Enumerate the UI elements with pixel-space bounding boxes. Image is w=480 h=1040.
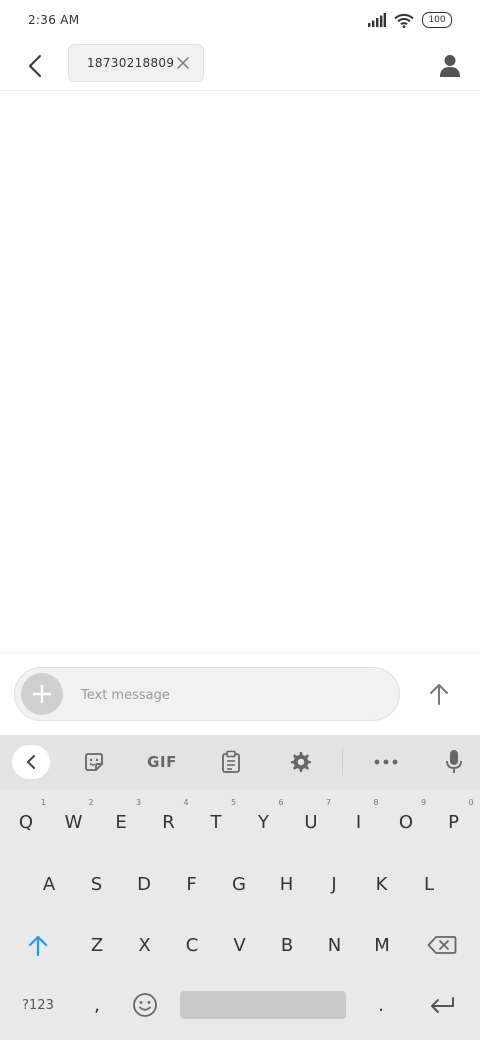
wifi-icon — [394, 13, 414, 28]
more-icon — [374, 759, 398, 765]
key-w[interactable]: W — [54, 805, 94, 839]
key-hint-q: 1 — [41, 798, 47, 807]
clipboard-button[interactable] — [214, 745, 248, 779]
key-e[interactable]: E — [101, 805, 141, 839]
key-n[interactable]: N — [315, 928, 355, 962]
symbols-key[interactable]: ?123 — [14, 989, 62, 1021]
keyboard-toolbar: GIF — [0, 735, 480, 789]
key-hint-y: 6 — [278, 798, 284, 807]
status-time: 2:36 AM — [28, 13, 80, 27]
enter-icon — [431, 997, 454, 1013]
conversation-header: 18730218809 — [0, 42, 480, 91]
key-i[interactable]: I — [339, 805, 379, 839]
space-key[interactable] — [180, 991, 346, 1019]
key-q[interactable]: Q — [6, 805, 46, 839]
sticker-button[interactable] — [78, 745, 110, 779]
gear-icon — [291, 752, 311, 772]
settings-button[interactable] — [284, 745, 318, 779]
period-key[interactable]: . — [366, 989, 396, 1021]
key-p[interactable]: P — [434, 805, 474, 839]
contact-button[interactable] — [434, 48, 466, 84]
keyboard: G I F Q 1 W 2 E 3 R 4 T 5 Y 6 U 7 I 8 O 9 … — [0, 735, 480, 1040]
battery-icon: 100 — [422, 12, 452, 28]
person-icon — [440, 55, 460, 77]
mic-icon — [446, 750, 462, 773]
key-l[interactable]: L — [409, 867, 449, 901]
key-x[interactable]: X — [125, 928, 165, 962]
enter-key[interactable] — [420, 989, 464, 1021]
emoji-key[interactable] — [126, 989, 164, 1021]
key-g[interactable]: G — [219, 867, 259, 901]
key-hint-p: 0 — [468, 798, 474, 807]
message-input[interactable] — [79, 668, 383, 722]
recipient-number: 18730218809 — [87, 56, 175, 70]
comma-key[interactable]: , — [82, 989, 112, 1021]
key-m[interactable]: M — [362, 928, 402, 962]
emoji-icon — [133, 993, 157, 1017]
toolbar-divider — [342, 749, 343, 775]
key-hint-i: 8 — [373, 798, 379, 807]
key-hint-o: 9 — [421, 798, 427, 807]
key-d[interactable]: D — [124, 867, 164, 901]
status-bar: 2:36 AM 100 — [0, 0, 480, 42]
key-c[interactable]: C — [172, 928, 212, 962]
key-hint-u: 7 — [326, 798, 332, 807]
close-icon — [177, 57, 189, 69]
plus-icon — [32, 684, 52, 704]
key-v[interactable]: V — [220, 928, 260, 962]
compose-box[interactable] — [14, 667, 400, 722]
key-f[interactable]: F — [172, 867, 212, 901]
status-icons: 100 — [368, 12, 452, 28]
send-button[interactable] — [418, 679, 460, 709]
key-s[interactable]: S — [77, 867, 117, 901]
key-o[interactable]: O — [386, 805, 426, 839]
message-list[interactable] — [0, 91, 480, 651]
key-t[interactable]: T — [196, 805, 236, 839]
key-y[interactable]: Y — [244, 805, 284, 839]
chevron-left-icon — [27, 755, 35, 769]
remove-recipient-button[interactable] — [175, 55, 191, 71]
key-hint-w: 2 — [88, 798, 94, 807]
back-button[interactable] — [18, 48, 52, 84]
gif-button[interactable]: GIF — [138, 745, 186, 779]
shift-key[interactable] — [16, 929, 60, 961]
attach-button[interactable] — [21, 673, 63, 715]
key-k[interactable]: K — [362, 867, 402, 901]
key-z[interactable]: Z — [77, 928, 117, 962]
keyboard-back-button[interactable] — [12, 745, 50, 779]
voice-input-button[interactable] — [438, 745, 470, 779]
key-r[interactable]: R — [149, 805, 189, 839]
more-button[interactable] — [368, 745, 404, 779]
clipboard-icon — [222, 750, 240, 773]
back-arrow-icon — [29, 55, 41, 77]
signal-icon — [368, 13, 386, 27]
recipient-chip[interactable]: 18730218809 — [68, 44, 204, 82]
key-hint-t: 5 — [231, 798, 237, 807]
shift-icon — [28, 935, 48, 956]
sticker-icon — [85, 753, 103, 771]
key-u[interactable]: U — [291, 805, 331, 839]
key-hint-e: 3 — [136, 798, 142, 807]
key-a[interactable]: A — [29, 867, 69, 901]
gif-label: GIF — [147, 753, 177, 771]
compose-bar — [0, 652, 480, 735]
send-arrow-icon — [430, 684, 448, 705]
key-hint-r: 4 — [183, 798, 189, 807]
key-b[interactable]: B — [267, 928, 307, 962]
backspace-key[interactable] — [420, 929, 464, 961]
backspace-icon — [427, 936, 457, 954]
key-h[interactable]: H — [267, 867, 307, 901]
key-j[interactable]: J — [314, 867, 354, 901]
